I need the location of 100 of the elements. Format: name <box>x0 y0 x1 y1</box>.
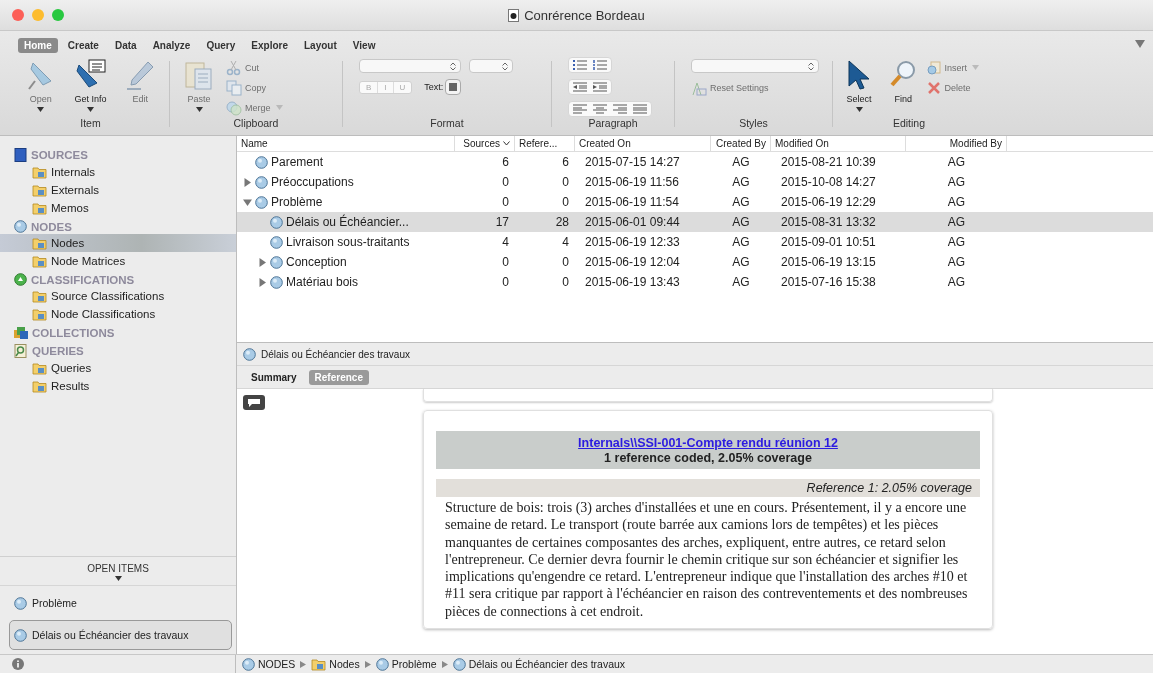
zoom-button[interactable] <box>52 9 64 21</box>
table-cell-text: AG <box>946 235 967 249</box>
node-icon <box>14 596 27 610</box>
open-item[interactable]: Problème <box>9 588 232 618</box>
table-cell-text: 0 <box>561 255 570 269</box>
table-row[interactable]: Conception 0 0 2015-06-19 12:04 AG 2015-06-19 13:15 AG <box>237 252 1153 272</box>
table-row[interactable]: Matériau bois 0 0 2015-06-19 13:43 AG 2015-07-16 15:38 AG <box>237 272 1153 292</box>
table-row[interactable]: Livraison sous-traitants 4 4 2015-06-19 12:33 AG 2015-09-01 10:51 AG <box>237 232 1153 252</box>
outdent-icon <box>573 82 587 92</box>
sidebar-item[interactable]: Node Classifications <box>0 305 236 323</box>
table-row[interactable]: Problème 0 0 2015-06-19 11:54 AG 2015-06-19 12:29 AG <box>237 192 1153 212</box>
table-cell-text: AG <box>731 195 751 209</box>
folder-icon <box>311 657 327 671</box>
table-cell-text: AG <box>731 175 751 189</box>
node-name: Conception <box>286 255 347 269</box>
sort-chevron-icon <box>503 141 510 146</box>
ribbon-tab[interactable]: Analyze <box>146 37 197 53</box>
table-cell-text: 2015-06-19 11:56 <box>584 175 680 189</box>
table-cell-text: 0 <box>501 275 510 289</box>
sidebar-item[interactable]: Memos <box>0 199 236 217</box>
table-cell-text: 0 <box>561 175 570 189</box>
align-right-icon <box>613 104 627 114</box>
ribbon-button[interactable]: Find <box>883 59 924 104</box>
collapsed-triangle-icon[interactable] <box>243 177 252 187</box>
breadcrumb-item[interactable]: Nodes <box>311 657 360 671</box>
comment-icon[interactable] <box>243 395 265 410</box>
open-items-header: OPEN ITEMS <box>87 563 149 574</box>
node-name: Parement <box>271 155 324 169</box>
expanded-triangle-icon[interactable] <box>243 197 252 207</box>
ribbon-button[interactable]: Select <box>839 59 880 112</box>
ribbon-tab[interactable]: View <box>346 37 382 53</box>
document-icon <box>508 8 520 22</box>
ribbon-tab[interactable]: Explore <box>245 37 294 53</box>
table-cell-text: 2015-06-19 12:04 <box>584 255 681 269</box>
column-header[interactable]: Name <box>237 136 455 151</box>
node-icon <box>14 220 27 233</box>
ribbon-tab[interactable]: Layout <box>298 37 343 53</box>
insert-icon <box>927 60 942 75</box>
column-header[interactable]: Created By <box>711 136 771 151</box>
column-header[interactable]: Refere... <box>515 136 575 151</box>
align-center-icon <box>593 104 607 114</box>
ribbon-tab[interactable]: Query <box>200 37 242 53</box>
table-cell-text: 17 <box>494 215 510 229</box>
info-icon[interactable] <box>12 658 24 670</box>
book-icon <box>14 148 27 162</box>
ribbon-tab[interactable]: Create <box>61 37 105 53</box>
collapsed-triangle-icon[interactable] <box>258 277 267 287</box>
column-header[interactable]: Created On <box>575 136 711 151</box>
table-cell-text: AG <box>731 155 751 169</box>
column-header[interactable]: Modified By <box>906 136 1007 151</box>
table-cell-text: 2015-06-19 11:54 <box>584 195 680 209</box>
folder-icon <box>32 201 47 215</box>
scissors-icon <box>226 59 242 76</box>
stepper-icon <box>808 61 814 71</box>
ribbon-button[interactable]: Get Info <box>67 59 114 112</box>
open-item[interactable]: Délais ou Échéancier des travaux <box>9 620 232 650</box>
breadcrumb-item[interactable]: Délais ou Échéancier des travaux <box>452 657 626 671</box>
group-label: Item <box>79 117 102 131</box>
sidebar-item[interactable]: Externals <box>0 181 236 199</box>
caret-icon <box>275 105 283 110</box>
sidebar-item[interactable]: Queries <box>0 359 236 377</box>
document-link[interactable]: Internals\\SSI-001-Compte rendu réunion 12 <box>578 436 838 450</box>
folder-icon <box>32 379 47 393</box>
sidebar-item[interactable]: Nodes <box>0 234 236 252</box>
detail-title: Délais ou Échéancier des travaux <box>261 348 410 360</box>
table-row[interactable]: Préoccupations 0 0 2015-06-19 11:56 AG 2015-10-08 14:27 AG <box>237 172 1153 192</box>
sidebar-item[interactable]: Internals <box>0 163 236 181</box>
breadcrumb-item[interactable]: NODES <box>242 657 296 671</box>
chevron-right-icon <box>300 660 307 668</box>
ribbon-tab[interactable]: Data <box>108 37 143 53</box>
table-row[interactable]: Parement 6 6 2015-07-15 14:27 AG 2015-08-21 10:39 AG <box>237 152 1153 172</box>
column-header[interactable]: Modified On <box>771 136 906 151</box>
caret-icon <box>87 107 94 112</box>
table-cell-text: 2015-08-21 10:39 <box>780 155 877 169</box>
indent-icon <box>593 82 607 92</box>
group-label: Styles <box>738 117 769 131</box>
sidebar-item[interactable]: Results <box>0 377 236 395</box>
group-label: Editing <box>891 117 927 131</box>
table-cell-text: AG <box>731 275 751 289</box>
text-color-button[interactable] <box>445 79 462 95</box>
copy-icon <box>226 79 242 96</box>
pane-tab[interactable]: Summary <box>245 369 303 385</box>
collapse-ribbon-icon[interactable] <box>1135 40 1145 48</box>
sidebar-item[interactable]: Source Classifications <box>0 287 236 305</box>
sidebar-item[interactable]: Node Matrices <box>0 252 236 270</box>
caret-icon <box>37 107 45 112</box>
list-buttons[interactable] <box>568 57 612 73</box>
folder-icon <box>32 254 47 268</box>
column-header[interactable]: Sources <box>455 136 515 151</box>
collapsed-triangle-icon[interactable] <box>258 257 267 267</box>
indent-buttons[interactable] <box>568 79 612 95</box>
alignment-buttons[interactable] <box>568 101 652 117</box>
breadcrumb-item[interactable]: Problème <box>375 657 437 671</box>
folder-icon <box>32 289 47 303</box>
node-icon <box>270 275 283 289</box>
table-cell-text: AG <box>731 235 751 249</box>
table-cell-text: 2015-07-15 14:27 <box>584 155 681 169</box>
caret-icon <box>195 107 203 112</box>
close-button[interactable] <box>12 9 24 21</box>
table-row[interactable]: Délais ou Échéancier... 17 28 2015-06-01 09:44 AG 2015-08-31 13:32 AG <box>237 212 1153 232</box>
